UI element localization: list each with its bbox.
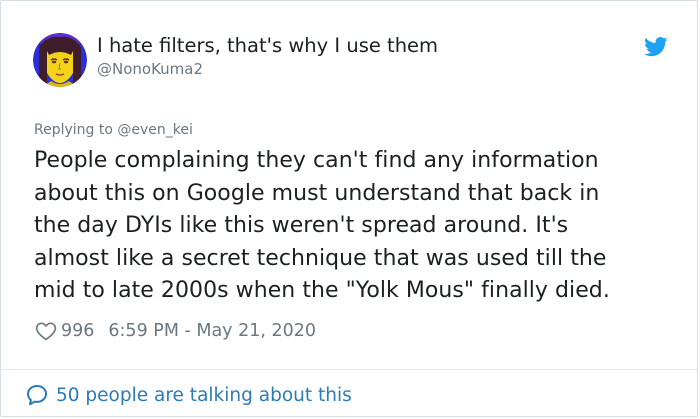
tweet-card: I hate filters, that's why I use them @N… xyxy=(0,0,698,417)
divider xyxy=(1,369,697,370)
tweet-text-line: the day DYIs like this weren't spread ar… xyxy=(34,213,569,238)
replying-to-prefix: Replying to xyxy=(34,122,113,138)
avatar[interactable] xyxy=(33,33,87,87)
like-button[interactable]: 996 xyxy=(35,320,94,342)
conversation-link[interactable]: 50 people are talking about this xyxy=(25,381,352,409)
twitter-bird-icon[interactable] xyxy=(644,37,668,57)
speech-bubble-icon xyxy=(27,385,47,406)
display-name[interactable]: I hate filters, that's why I use them xyxy=(97,34,438,58)
tweet-text-line: about this on Google must understand tha… xyxy=(34,180,600,206)
user-handle[interactable]: @NonoKuma2 xyxy=(97,60,203,78)
replying-to: Replying to @even_kei xyxy=(34,121,193,139)
tweet-text-line: People complaining they can't find any i… xyxy=(34,148,599,173)
tweet-timestamp[interactable]: 6:59 PM - May 21, 2020 xyxy=(108,321,316,341)
tweet-text: People complaining they can't find any i… xyxy=(34,145,684,308)
like-count: 996 xyxy=(61,321,95,341)
tweet-meta: 996 6:59 PM - May 21, 2020 xyxy=(35,319,316,343)
heart-icon xyxy=(35,322,57,341)
avatar-image xyxy=(33,33,87,87)
replying-to-mention[interactable]: @even_kei xyxy=(117,122,193,138)
tweet-text-line: almost like a secret technique that was … xyxy=(34,245,607,271)
tweet-text-line: mid to late 2000s when the "Yolk Mous" f… xyxy=(34,278,610,303)
conversation-label: 50 people are talking about this xyxy=(56,384,352,406)
tweet-header: I hate filters, that's why I use them @N… xyxy=(1,1,697,101)
